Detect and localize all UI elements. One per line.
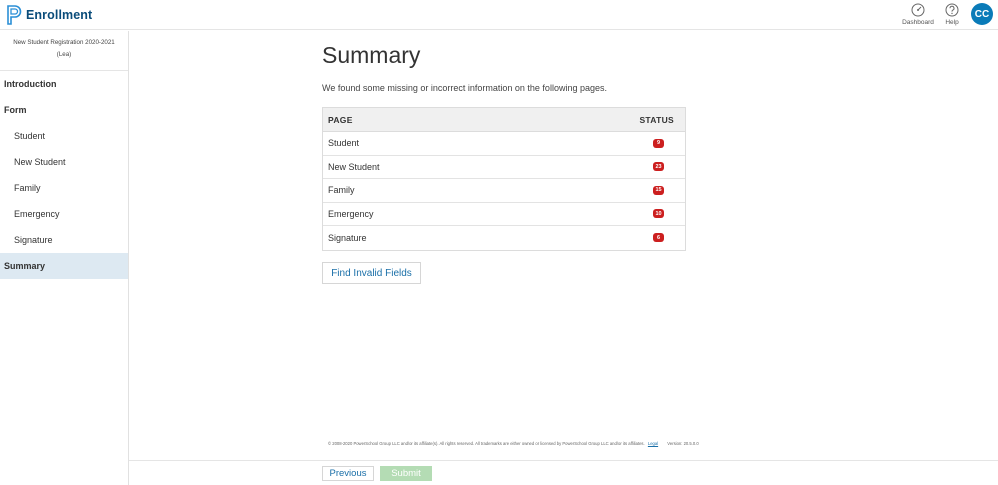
help-label: Help xyxy=(945,19,959,26)
help-button[interactable]: Help xyxy=(937,2,967,26)
page-title: Summary xyxy=(322,42,421,68)
sidebar-item-summary[interactable]: Summary xyxy=(0,253,128,279)
column-header-page: PAGE xyxy=(328,114,353,125)
row-page-name: Emergency xyxy=(328,208,374,219)
sidebar-item-new-student[interactable]: New Student xyxy=(0,149,128,175)
previous-button[interactable]: Previous xyxy=(322,466,374,481)
sidebar: New Student Registration 2020-2021 (Lea)… xyxy=(0,31,129,485)
table-row[interactable]: Emergency 10 xyxy=(323,203,685,226)
row-page-name: New Student xyxy=(328,161,380,172)
form-title: New Student Registration 2020-2021 (Lea) xyxy=(0,31,128,71)
user-avatar[interactable]: CC xyxy=(971,3,993,25)
error-count-badge: 15 xyxy=(653,185,664,195)
bottom-action-bar: Previous Submit xyxy=(129,460,998,485)
dashboard-button[interactable]: Dashboard xyxy=(899,2,937,26)
main-content: Summary We found some missing or incorre… xyxy=(129,31,998,485)
top-bar: Enrollment Dashboard Help CC xyxy=(0,0,998,30)
app-title: Enrollment xyxy=(26,8,93,22)
app-logo[interactable]: Enrollment xyxy=(6,4,92,26)
table-row[interactable]: Family 15 xyxy=(323,179,685,203)
table-row[interactable]: New Student 23 xyxy=(323,156,685,179)
sidebar-item-introduction[interactable]: Introduction xyxy=(0,71,128,97)
submit-button[interactable]: Submit xyxy=(380,466,432,481)
copyright-text: © 2008-2020 PowerSchool Group LLC and/or… xyxy=(328,441,645,446)
row-page-name: Student xyxy=(328,138,360,149)
sidebar-item-signature[interactable]: Signature xyxy=(0,227,128,253)
sidebar-item-family[interactable]: Family xyxy=(0,175,128,201)
legal-link[interactable]: Legal xyxy=(648,441,658,446)
form-title-name: New Student Registration 2020-2021 xyxy=(13,39,115,46)
row-page-name: Signature xyxy=(328,232,367,243)
error-count-badge: 9 xyxy=(653,138,664,148)
row-page-name: Family xyxy=(328,185,355,196)
table-row[interactable]: Signature 6 xyxy=(323,226,685,250)
table-header: PAGE STATUS xyxy=(323,108,685,132)
version-text: Version: 20.5.0.0 xyxy=(667,441,699,446)
footer: © 2008-2020 PowerSchool Group LLC and/or… xyxy=(328,441,699,446)
dashboard-label: Dashboard xyxy=(902,19,934,26)
top-nav: Dashboard Help CC xyxy=(899,2,998,26)
dashboard-gauge-icon xyxy=(911,3,925,17)
powerschool-logo-icon xyxy=(6,5,22,25)
error-count-badge: 10 xyxy=(653,209,664,219)
sidebar-item-form[interactable]: Form xyxy=(0,97,128,123)
form-title-suffix: (Lea) xyxy=(56,51,72,58)
help-question-icon xyxy=(945,3,959,17)
sidebar-item-emergency[interactable]: Emergency xyxy=(0,201,128,227)
find-invalid-fields-button[interactable]: Find Invalid Fields xyxy=(322,262,421,284)
column-header-status: STATUS xyxy=(639,114,674,125)
summary-table: PAGE STATUS Student 9 New Student 23 Fam… xyxy=(322,107,686,251)
table-row[interactable]: Student 9 xyxy=(323,132,685,156)
sidebar-item-student[interactable]: Student xyxy=(0,123,128,149)
error-count-badge: 23 xyxy=(653,162,664,172)
intro-text: We found some missing or incorrect infor… xyxy=(322,83,607,93)
error-count-badge: 6 xyxy=(653,233,664,243)
